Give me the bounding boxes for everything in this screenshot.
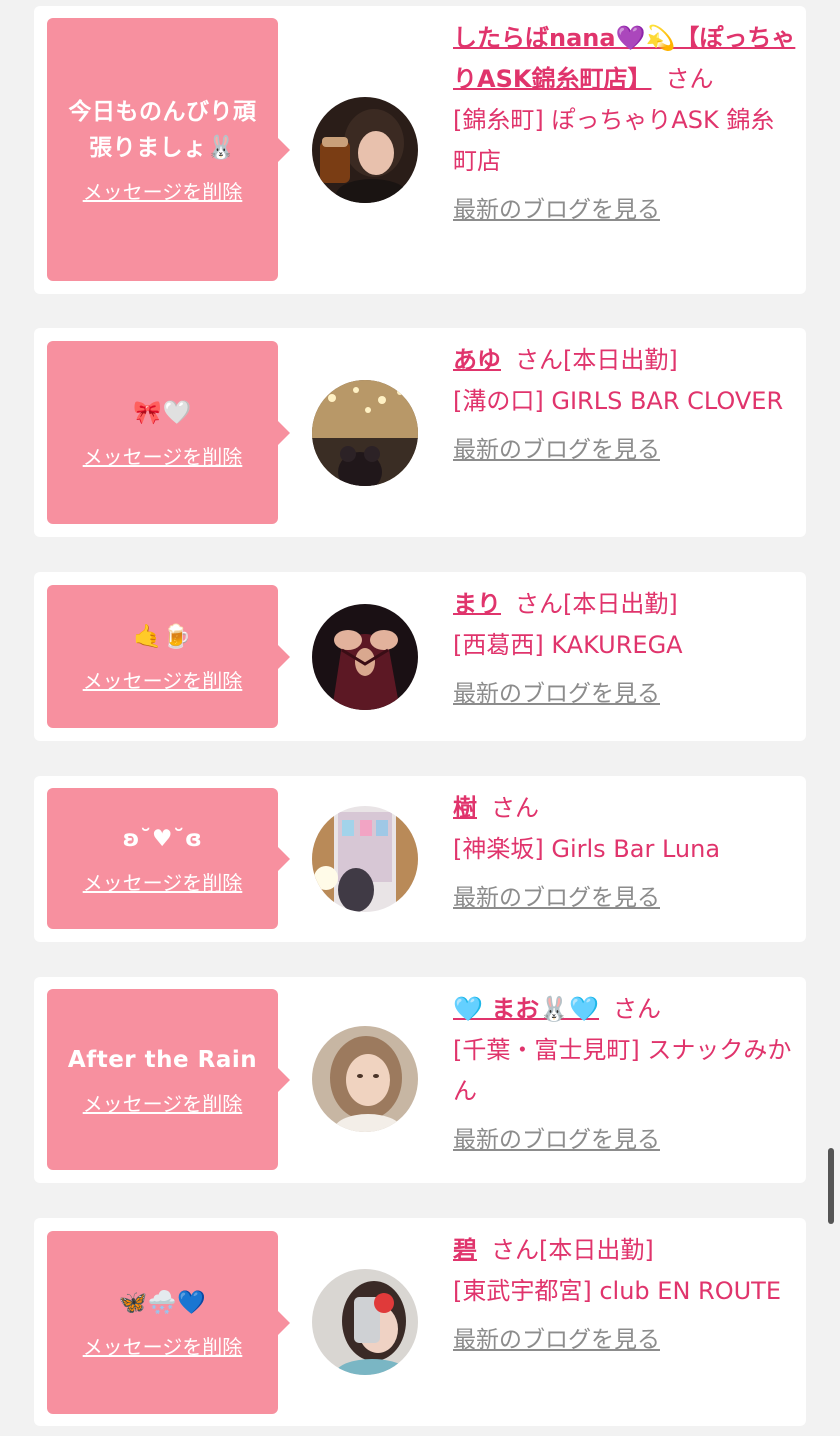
- avatar[interactable]: [312, 1269, 418, 1375]
- message-bubble: 🤙🍺 メッセージを削除: [47, 585, 290, 728]
- message-text: 今日ものんびり頑張りましょ🐰: [68, 98, 257, 161]
- message-bubble: 🎀🤍 メッセージを削除: [47, 341, 290, 524]
- latest-blog-link[interactable]: 最新のブログを見る: [453, 190, 660, 231]
- avatar[interactable]: [312, 380, 418, 486]
- shop-label: [千葉・富士見町] スナックみかん: [453, 1036, 792, 1105]
- avatar[interactable]: [312, 1026, 418, 1132]
- cast-info: したらばnana💜💫【ぽっちゃりASK錦糸町店】 さん [錦糸町] ぽっちゃりAS…: [453, 18, 798, 231]
- scrollbar[interactable]: [828, 1148, 834, 1224]
- delete-message-link[interactable]: メッセージを削除: [83, 178, 243, 206]
- message-bubble: 今日ものんびり頑張りましょ🐰 メッセージを削除: [47, 18, 290, 281]
- shop-label: [神楽坂] Girls Bar Luna: [453, 835, 721, 863]
- message-text: 🎀🤍: [133, 399, 192, 426]
- cast-card: 今日ものんびり頑張りましょ🐰 メッセージを削除 したらばnana💜💫【ぽっちゃり…: [34, 6, 806, 294]
- cast-name-link[interactable]: あゆ: [453, 346, 501, 374]
- status-label: [本日出勤]: [563, 346, 678, 374]
- honorific: さん: [515, 590, 563, 618]
- message-text: 🤙🍺: [133, 623, 192, 650]
- cast-info: 樹さん [神楽坂] Girls Bar Luna 最新のブログを見る: [453, 788, 798, 919]
- cast-info: まり さん[本日出勤] [西葛西] KAKUREGA 最新のブログを見る: [453, 584, 798, 715]
- latest-blog-link[interactable]: 最新のブログを見る: [453, 1320, 660, 1361]
- honorific: さん: [613, 995, 662, 1023]
- cast-name-link[interactable]: 🩵 まお🐰🩵: [453, 995, 599, 1023]
- delete-message-link[interactable]: メッセージを削除: [83, 443, 243, 471]
- honorific: さん: [515, 346, 563, 374]
- cast-card: 🦋🌨️💙 メッセージを削除 碧さん[本日出勤] [東武宇都宮] club EN …: [34, 1218, 806, 1426]
- avatar[interactable]: [312, 604, 418, 710]
- delete-message-link[interactable]: メッセージを削除: [83, 1090, 243, 1118]
- avatar[interactable]: [312, 806, 418, 912]
- status-label: [本日出勤]: [539, 1236, 654, 1264]
- cast-name-link[interactable]: 樹: [453, 794, 477, 822]
- honorific: さん: [491, 1236, 539, 1264]
- cast-info: 碧さん[本日出勤] [東武宇都宮] club EN ROUTE 最新のブログを見…: [453, 1230, 798, 1361]
- cast-info: あゆ さん[本日出勤] [溝の口] GIRLS BAR CLOVER 最新のブログ…: [453, 340, 798, 471]
- message-text: 🦋🌨️💙: [118, 1289, 207, 1316]
- cast-card: ʚ˘♥˘ɞ メッセージを削除 樹さん [神楽坂] Girls Bar Luna …: [34, 776, 806, 942]
- cast-card: After the Rain メッセージを削除 🩵 まお🐰🩵 さん [千葉・富士見…: [34, 977, 806, 1183]
- cast-name-link[interactable]: したらばnana💜💫【ぽっちゃりASK錦糸町店】: [453, 24, 795, 93]
- message-bubble: After the Rain メッセージを削除: [47, 989, 290, 1170]
- shop-label: [東武宇都宮] club EN ROUTE: [453, 1277, 781, 1305]
- delete-message-link[interactable]: メッセージを削除: [83, 667, 243, 695]
- honorific: さん: [665, 65, 714, 93]
- shop-label: [西葛西] KAKUREGA: [453, 631, 683, 659]
- cast-name-link[interactable]: まり: [453, 590, 501, 618]
- delete-message-link[interactable]: メッセージを削除: [83, 1333, 243, 1361]
- delete-message-link[interactable]: メッセージを削除: [83, 869, 243, 897]
- cast-card: 🤙🍺 メッセージを削除 まり さん[本日出勤] [西葛西] KAKUREGA 最新…: [34, 572, 806, 741]
- status-label: [本日出勤]: [563, 590, 678, 618]
- message-text: After the Rain: [67, 1046, 258, 1073]
- cast-card: 🎀🤍 メッセージを削除 あゆ さん[本日出勤] [溝の口] GIRLS BAR C…: [34, 328, 806, 537]
- latest-blog-link[interactable]: 最新のブログを見る: [453, 878, 660, 919]
- latest-blog-link[interactable]: 最新のブログを見る: [453, 430, 660, 471]
- shop-label: [錦糸町] ぽっちゃりASK 錦糸町店: [453, 106, 775, 175]
- cast-info: 🩵 まお🐰🩵 さん [千葉・富士見町] スナックみかん 最新のブログを見る: [453, 989, 798, 1161]
- shop-label: [溝の口] GIRLS BAR CLOVER: [453, 387, 784, 415]
- message-text: ʚ˘♥˘ɞ: [122, 825, 203, 852]
- honorific: さん: [491, 794, 539, 822]
- favorites-list: 今日ものんびり頑張りましょ🐰 メッセージを削除 したらばnana💜💫【ぽっちゃり…: [0, 0, 840, 1436]
- latest-blog-link[interactable]: 最新のブログを見る: [453, 674, 660, 715]
- avatar[interactable]: [312, 97, 418, 203]
- latest-blog-link[interactable]: 最新のブログを見る: [453, 1120, 660, 1161]
- cast-name-link[interactable]: 碧: [453, 1236, 477, 1264]
- message-bubble: ʚ˘♥˘ɞ メッセージを削除: [47, 788, 290, 929]
- message-bubble: 🦋🌨️💙 メッセージを削除: [47, 1231, 290, 1414]
